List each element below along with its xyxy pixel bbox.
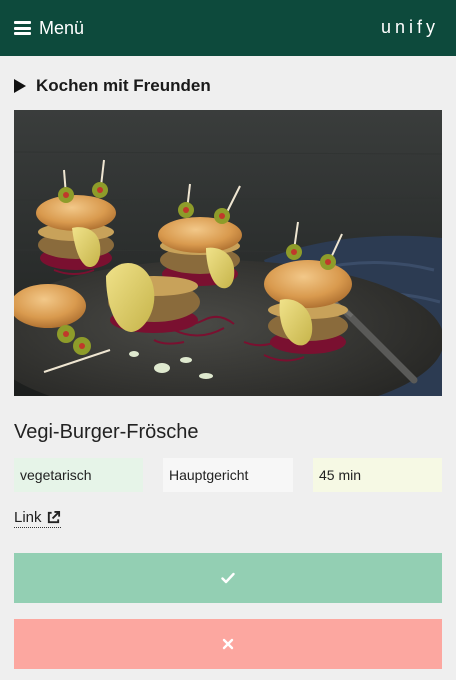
tag-course: Hauptgericht bbox=[163, 458, 293, 492]
external-link-icon bbox=[47, 510, 60, 524]
recipe-link-label: Link bbox=[14, 509, 42, 526]
accept-button[interactable] bbox=[14, 553, 442, 603]
menu-button[interactable]: Menü bbox=[14, 16, 84, 40]
play-triangle-icon bbox=[14, 79, 26, 93]
tag-duration: 45 min bbox=[313, 458, 442, 492]
section-title: Kochen mit Freunden bbox=[36, 76, 211, 95]
check-icon bbox=[221, 572, 235, 584]
recipe-title: Vegi-Burger-Frösche bbox=[14, 421, 199, 443]
top-bar: Menü unify bbox=[0, 0, 456, 56]
recipe-photo bbox=[14, 110, 442, 396]
brand-logo[interactable]: unify bbox=[381, 17, 439, 38]
menu-label: Menü bbox=[39, 17, 85, 38]
reject-button[interactable] bbox=[14, 619, 442, 669]
close-icon bbox=[222, 638, 234, 650]
tag-diet: vegetarisch bbox=[14, 458, 143, 492]
recipe-link[interactable]: Link bbox=[14, 509, 61, 528]
section-header[interactable]: Kochen mit Freunden bbox=[14, 76, 211, 96]
hamburger-icon bbox=[14, 21, 31, 35]
